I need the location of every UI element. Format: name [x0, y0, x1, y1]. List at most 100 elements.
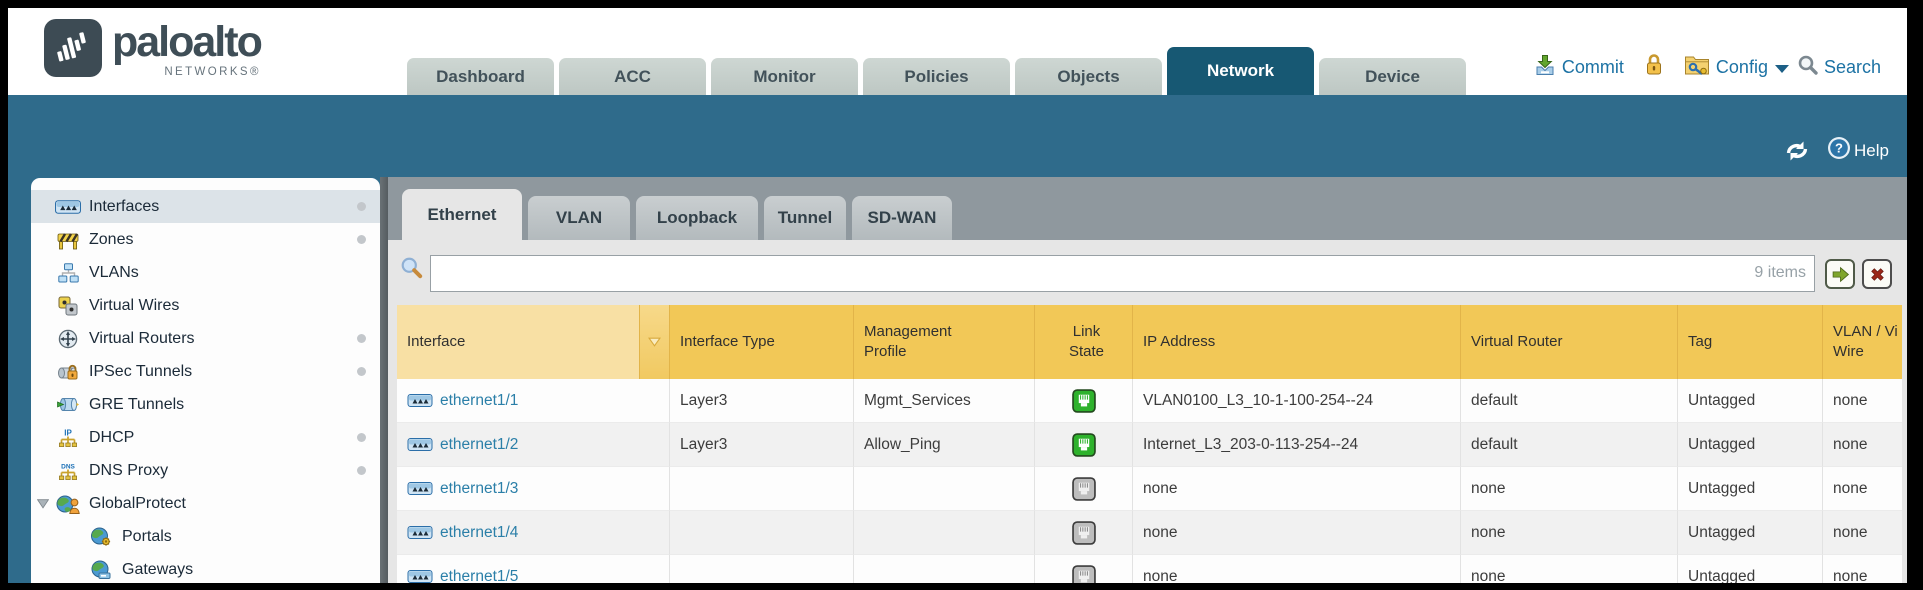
help-label: Help [1854, 141, 1889, 161]
link-up-icon [1072, 389, 1096, 413]
sidebar-item-interfaces[interactable]: Interfaces [31, 190, 380, 223]
column-header-link-state[interactable]: LinkState [1035, 305, 1133, 379]
status-dot [357, 367, 366, 376]
nav-tab-policies[interactable]: Policies [863, 58, 1010, 95]
expand-caret-icon[interactable] [37, 499, 49, 509]
interface-type-cell [670, 555, 854, 583]
vlan-wire-cell: none [1823, 423, 1902, 467]
dns-proxy-icon: DNS [55, 461, 81, 481]
tab-tunnel[interactable]: Tunnel [764, 196, 846, 240]
port-icon [407, 570, 433, 583]
virtual-router-cell: none [1461, 555, 1678, 583]
tag-cell: Untagged [1678, 467, 1823, 511]
tab-loopback[interactable]: Loopback [636, 196, 758, 240]
vlans-icon [55, 263, 81, 283]
gre-tunnels-icon [55, 396, 81, 413]
interface-link[interactable]: ethernet1/1 [440, 392, 518, 410]
chevron-down-icon [1775, 65, 1789, 73]
sidebar-item-gre-tunnels[interactable]: GRE Tunnels [31, 388, 380, 421]
tab-sd-wan[interactable]: SD-WAN [852, 196, 952, 240]
commit-button[interactable]: Commit [1533, 53, 1624, 82]
link-state-cell [1035, 555, 1133, 583]
column-header-interface[interactable]: Interface [397, 305, 640, 379]
refresh-icon[interactable] [1783, 140, 1811, 162]
column-header-management-profile[interactable]: ManagementProfile [854, 305, 1035, 379]
status-dot [357, 334, 366, 343]
nav-tab-dashboard[interactable]: Dashboard [407, 58, 554, 95]
nav-tab-network[interactable]: Network [1167, 47, 1314, 95]
column-header-interface-type[interactable]: Interface Type [670, 305, 854, 379]
link-state-cell [1035, 423, 1133, 467]
top-bar: paloalto NETWORKS® DashboardACCMonitorPo… [8, 8, 1907, 95]
sidebar-item-label: DHCP [89, 429, 134, 447]
secondary-bar: ? Help [8, 95, 1907, 177]
link-up-icon [1072, 433, 1096, 457]
interface-cell: ethernet1/1 [397, 379, 670, 423]
ip-address-cell: none [1133, 467, 1461, 511]
interface-link[interactable]: ethernet1/5 [440, 568, 518, 584]
vlan-wire-cell: none [1823, 467, 1902, 511]
sidebar-item-ipsec-tunnels[interactable]: IPSec Tunnels [31, 355, 380, 388]
sidebar-item-globalprotect[interactable]: GlobalProtect [31, 487, 380, 520]
config-menu[interactable]: Config [1684, 54, 1791, 81]
tag-cell: Untagged [1678, 423, 1823, 467]
paloalto-logo: paloalto NETWORKS® [44, 19, 261, 78]
sort-dropdown-button[interactable] [640, 305, 670, 379]
search-icon [1797, 54, 1819, 81]
ipsec-tunnels-icon [55, 363, 81, 381]
dhcp-icon: IP [55, 428, 81, 448]
search-button[interactable]: Search [1797, 54, 1881, 81]
interface-link[interactable]: ethernet1/4 [440, 524, 518, 542]
lock-icon[interactable] [1644, 52, 1664, 82]
port-icon [407, 526, 433, 539]
column-header-ip-address[interactable]: IP Address [1133, 305, 1461, 379]
ip-address-cell: Internet_L3_203-0-113-254--24 [1133, 423, 1461, 467]
sidebar-item-label: GRE Tunnels [89, 396, 184, 414]
sidebar-item-gateways[interactable]: Gateways [31, 553, 380, 583]
nav-tab-objects[interactable]: Objects [1015, 58, 1162, 95]
vlan-wire-cell: none [1823, 379, 1902, 423]
sidebar-item-dns-proxy[interactable]: DNSDNS Proxy [31, 454, 380, 487]
sidebar-item-virtual-wires[interactable]: Virtual Wires [31, 289, 380, 322]
status-dot [357, 466, 366, 475]
virtual-router-cell: none [1461, 467, 1678, 511]
paloalto-logo-icon [44, 19, 102, 77]
virtual-wires-icon [55, 296, 81, 316]
sidebar-item-dhcp[interactable]: IP DHCP [31, 421, 380, 454]
tab-vlan[interactable]: VLAN [528, 196, 630, 240]
filter-input[interactable] [430, 255, 1815, 292]
column-header-vlan-virtual-wire[interactable]: VLAN / VirtualWire [1823, 305, 1902, 379]
apply-filter-button[interactable] [1825, 259, 1855, 289]
tag-cell: Untagged [1678, 379, 1823, 423]
sidebar-splitter[interactable] [380, 177, 388, 583]
svg-text:?: ? [1835, 141, 1843, 156]
ethernet-panel: 9 items InterfaceInterface TypeManagemen… [388, 240, 1907, 583]
link-state-cell [1035, 379, 1133, 423]
sidebar-item-zones[interactable]: Zones [31, 223, 380, 256]
app-window: paloalto NETWORKS® DashboardACCMonitorPo… [8, 8, 1907, 583]
search-label: Search [1824, 57, 1881, 78]
sidebar-item-vlans[interactable]: VLANs [31, 256, 380, 289]
column-header-tag[interactable]: Tag [1678, 305, 1823, 379]
portals-icon [88, 527, 114, 547]
interface-link[interactable]: ethernet1/3 [440, 480, 518, 498]
nav-tab-device[interactable]: Device [1319, 58, 1466, 95]
virtual-router-cell: default [1461, 379, 1678, 423]
clear-filter-button[interactable] [1862, 259, 1892, 289]
interface-link[interactable]: ethernet1/2 [440, 436, 518, 454]
tab-ethernet[interactable]: Ethernet [402, 189, 522, 240]
brand-name: paloalto [112, 19, 261, 65]
nav-tab-acc[interactable]: ACC [559, 58, 706, 95]
sidebar-item-label: IPSec Tunnels [89, 363, 192, 381]
sidebar-item-virtual-routers[interactable]: Virtual Routers [31, 322, 380, 355]
tag-cell: Untagged [1678, 511, 1823, 555]
tag-cell: Untagged [1678, 555, 1823, 583]
zones-icon [55, 230, 81, 250]
link-down-icon [1072, 477, 1096, 501]
sidebar-item-portals[interactable]: Portals [31, 520, 380, 553]
help-button[interactable]: ? Help [1827, 136, 1889, 165]
table-row: ethernet1/5nonenoneUntaggednone [397, 555, 1902, 583]
column-header-virtual-router[interactable]: Virtual Router [1461, 305, 1678, 379]
globalprotect-icon [55, 494, 81, 514]
nav-tab-monitor[interactable]: Monitor [711, 58, 858, 95]
